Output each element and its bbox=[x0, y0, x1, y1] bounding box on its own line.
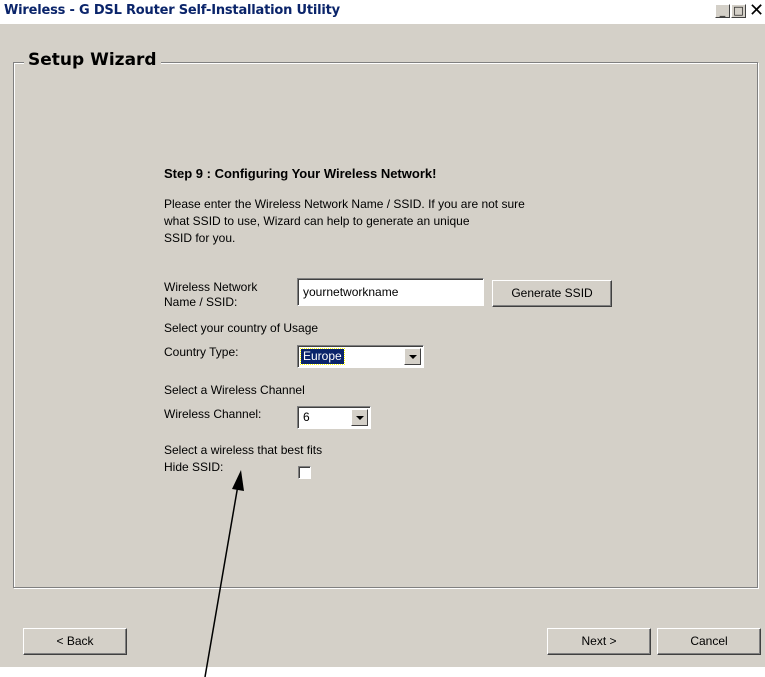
annotation-arrow bbox=[204, 470, 244, 677]
annotation-arrow-line bbox=[204, 484, 239, 677]
installer-window: Wireless - G DSL Router Self-Installatio… bbox=[0, 0, 765, 677]
annotation-arrow-head bbox=[232, 470, 244, 491]
